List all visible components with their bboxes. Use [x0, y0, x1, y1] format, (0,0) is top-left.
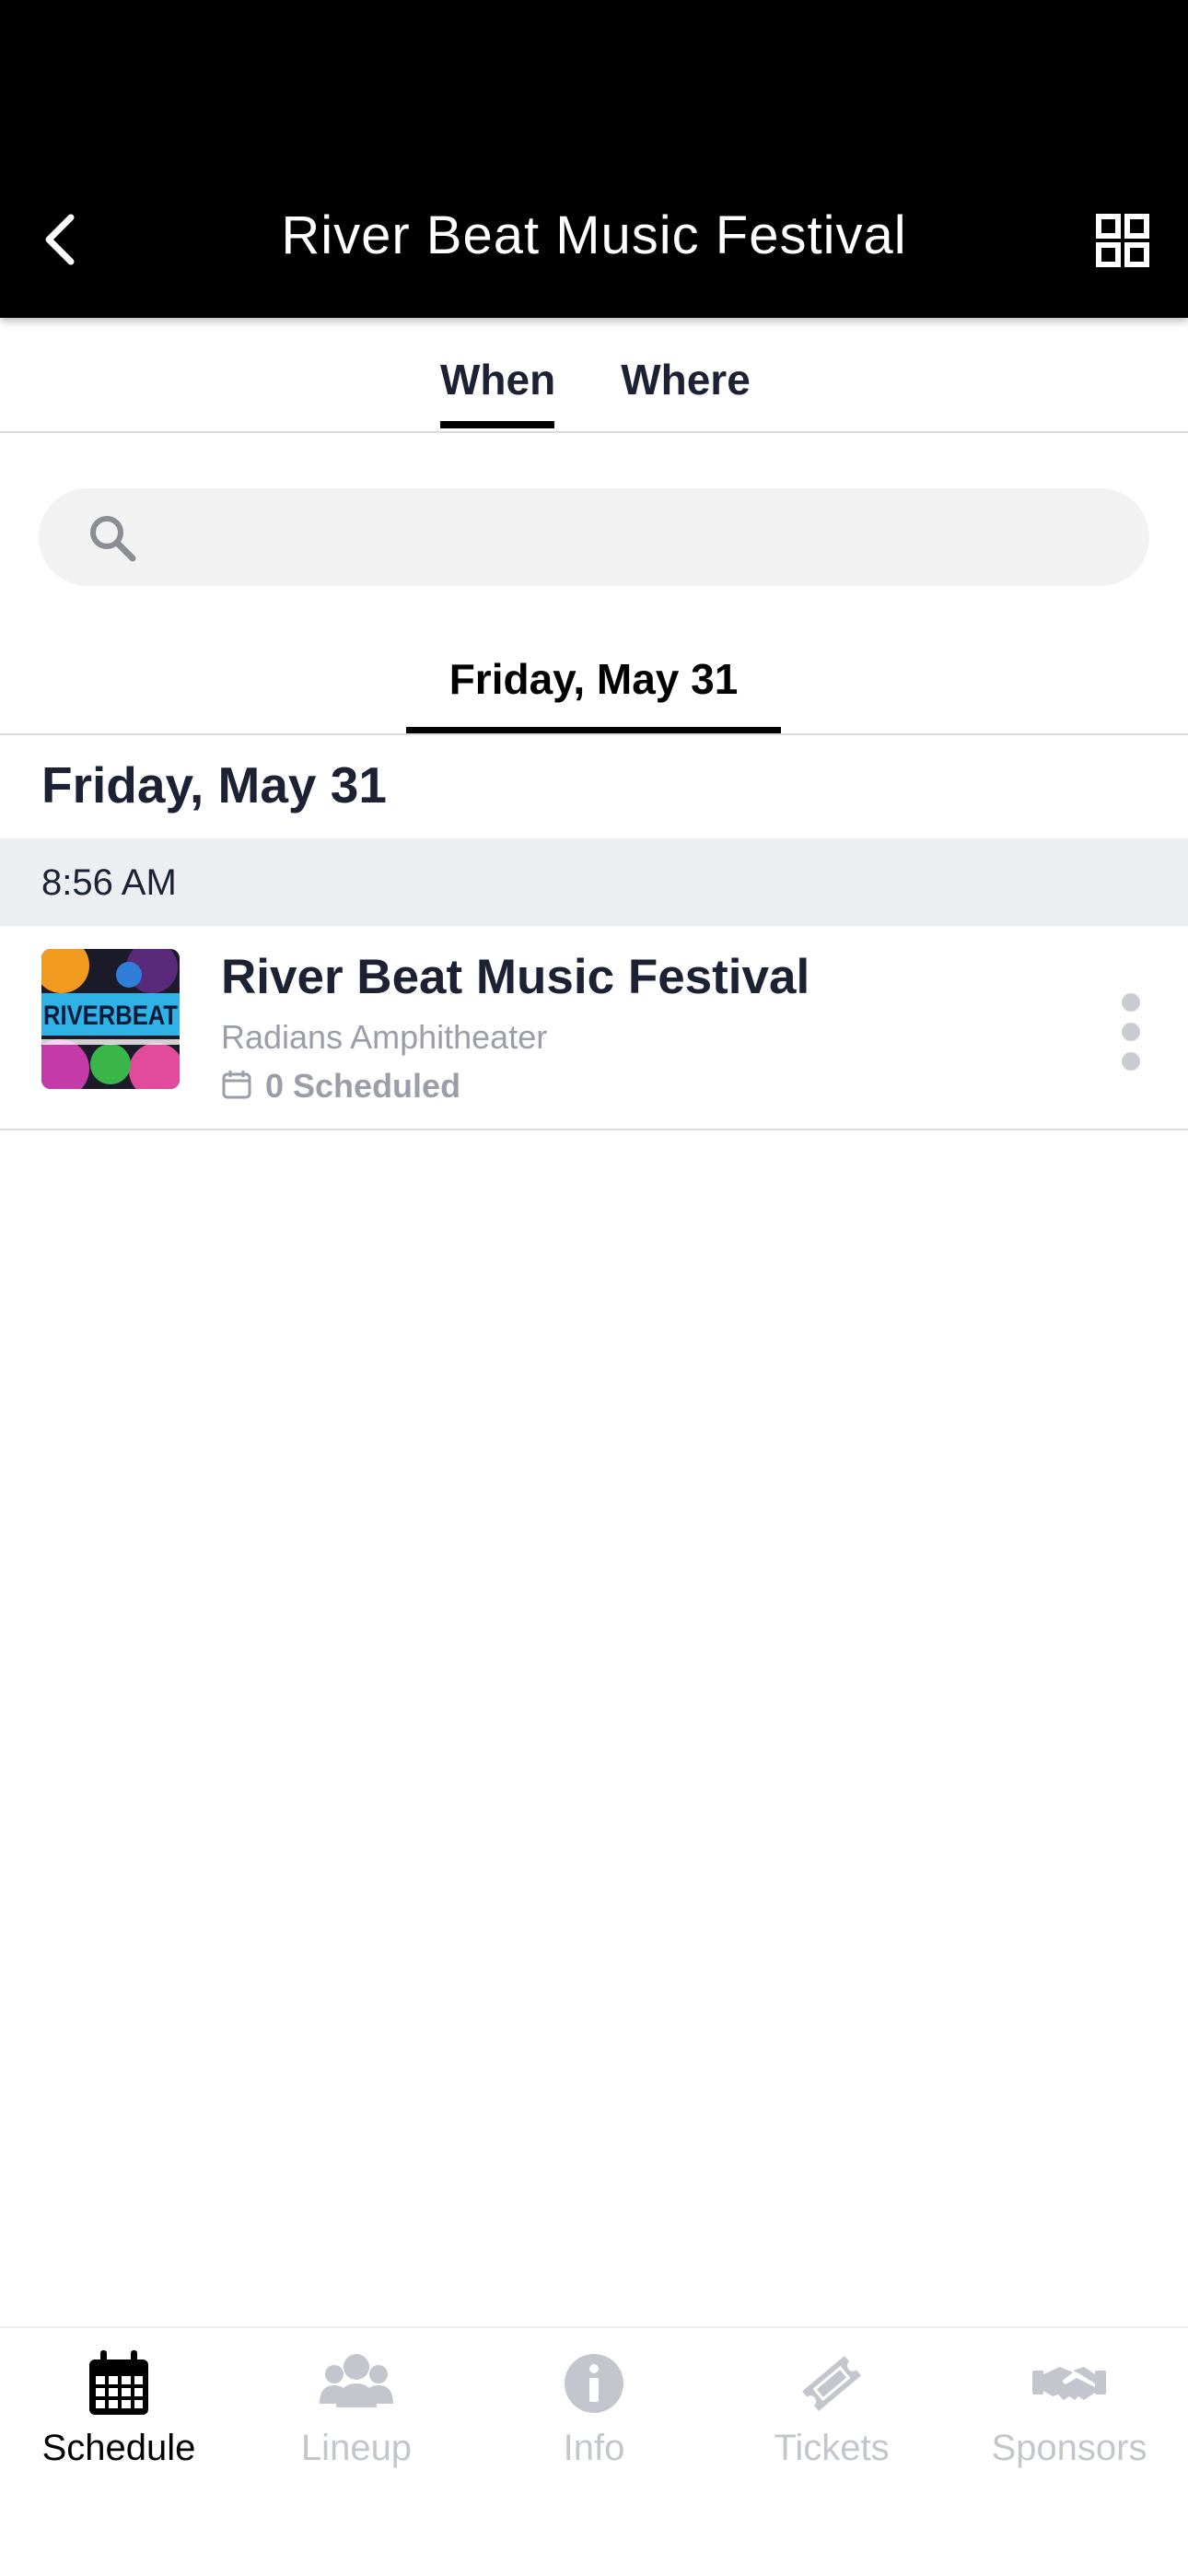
- event-thumbnail-text: RIVERBEAT: [43, 1001, 178, 1031]
- search-input[interactable]: [158, 488, 1112, 586]
- time-slot-label: 8:56 AM: [41, 862, 177, 903]
- search-icon: [90, 516, 136, 562]
- nav-info[interactable]: Info: [475, 2347, 713, 2503]
- view-tabs: When Where: [0, 318, 1188, 433]
- search-bar[interactable]: [39, 488, 1149, 586]
- tab-when[interactable]: When: [440, 355, 555, 428]
- nav-tickets-label: Tickets: [774, 2428, 890, 2468]
- grid-icon: [1096, 214, 1149, 267]
- nav-schedule[interactable]: Schedule: [0, 2347, 238, 2503]
- page-title: River Beat Music Festival: [281, 205, 907, 265]
- calendar-icon: [89, 2350, 148, 2415]
- event-list-item[interactable]: RIVERBEAT River Beat Music Festival Radi…: [0, 926, 1188, 1130]
- nav-lineup-label: Lineup: [300, 2428, 413, 2468]
- nav-lineup[interactable]: Lineup: [238, 2347, 475, 2503]
- app-header: River Beat Music Festival: [0, 0, 1188, 318]
- event-thumbnail: RIVERBEAT: [41, 949, 180, 1089]
- chevron-left-icon: [45, 214, 75, 265]
- back-button[interactable]: [37, 207, 83, 272]
- more-options-button[interactable]: [1115, 990, 1147, 1073]
- tab-where[interactable]: Where: [619, 355, 752, 428]
- more-vertical-icon: [1122, 993, 1140, 1071]
- users-icon: [320, 2354, 393, 2407]
- grid-menu-button[interactable]: [1096, 214, 1149, 267]
- ticket-icon: [802, 2355, 861, 2412]
- nav-info-label: Info: [563, 2428, 625, 2468]
- day-tab-friday[interactable]: Friday, May 31: [406, 654, 781, 733]
- nav-schedule-label: Schedule: [41, 2428, 196, 2468]
- info-icon: [565, 2354, 623, 2413]
- event-title: River Beat Music Festival: [221, 950, 810, 1004]
- date-heading: Friday, May 31: [41, 756, 387, 814]
- calendar-small-icon: [222, 1071, 251, 1099]
- event-venue: Radians Amphitheater: [221, 1018, 548, 1056]
- bottom-nav: Schedule Lineup Info Tickets Sponsors: [0, 2326, 1188, 2576]
- nav-tickets[interactable]: Tickets: [713, 2347, 950, 2503]
- nav-sponsors-label: Sponsors: [991, 2428, 1147, 2468]
- day-tabs: Friday, May 31: [0, 636, 1188, 735]
- event-scheduled-count: 0 Scheduled: [265, 1067, 461, 1105]
- time-slot-header: 8:56 AM: [0, 838, 1188, 926]
- handshake-icon: [1032, 2367, 1106, 2400]
- nav-sponsors[interactable]: Sponsors: [950, 2347, 1188, 2503]
